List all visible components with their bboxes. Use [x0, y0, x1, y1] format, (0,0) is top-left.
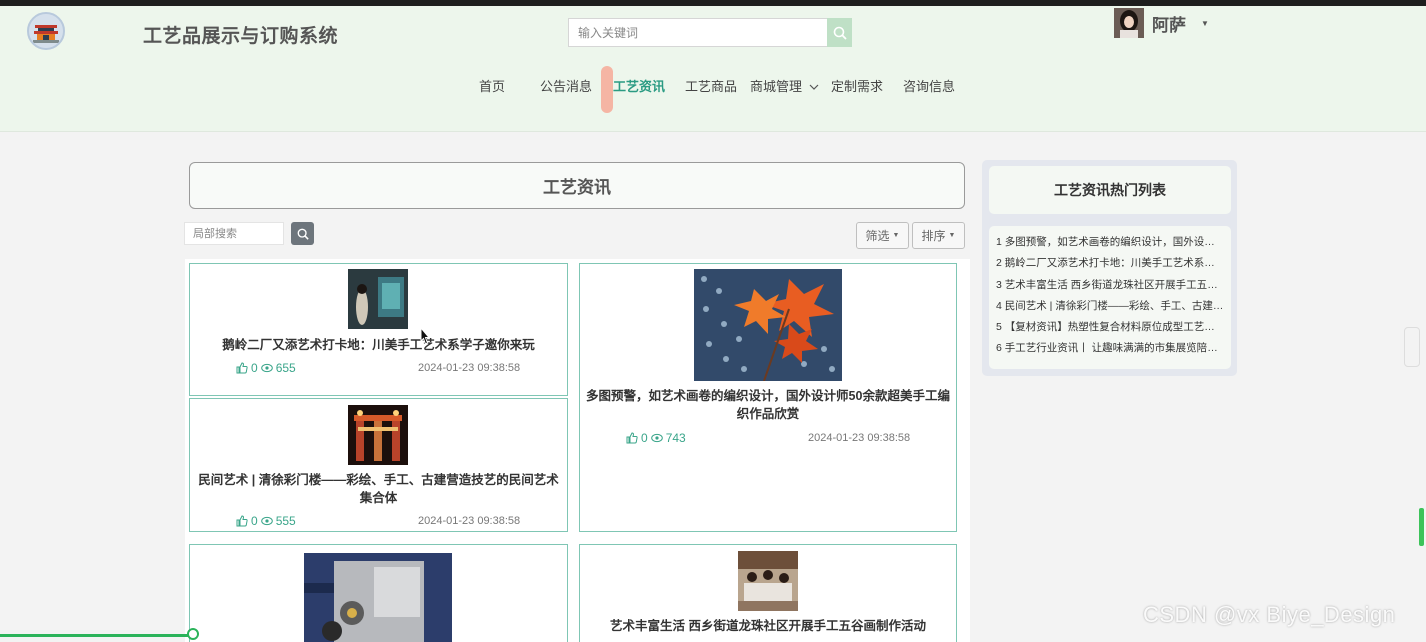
page-title-box: 工艺资讯 [189, 162, 965, 209]
nav-custom-requests[interactable]: 定制需求 [831, 76, 883, 95]
nav-consultation[interactable]: 咨询信息 [903, 76, 955, 95]
news-card[interactable]: 艺术丰富生活 西乡街道龙珠社区开展手工五谷画制作活动 [579, 544, 957, 642]
chevron-down-icon [809, 84, 819, 90]
user-avatar-icon [1114, 8, 1144, 38]
nav-craft-news[interactable]: 工艺资讯 [613, 76, 665, 95]
thumbs-up-icon[interactable] [236, 515, 248, 527]
news-stats: 0 655 [236, 361, 296, 375]
sort-label: 排序 [921, 229, 946, 243]
eye-icon [260, 363, 273, 373]
user-menu[interactable]: 阿萨 ▼ [1114, 8, 1209, 38]
thumbs-up-icon[interactable] [626, 432, 638, 444]
news-image [694, 269, 842, 381]
thumbs-up-icon[interactable] [236, 362, 248, 374]
progress-handle[interactable] [187, 628, 199, 640]
hot-list-item[interactable]: 5 【复材资讯】热塑性复合材料原位成型工艺研究进展 [996, 317, 1224, 338]
header-search [568, 18, 852, 47]
mouse-pointer-icon [420, 327, 431, 345]
news-card[interactable]: 民间艺术 | 清徐彩门楼——彩绘、手工、古建营造技艺的民间艺术集合体 0 555… [189, 398, 568, 532]
news-title[interactable]: 民间艺术 | 清徐彩门楼——彩绘、手工、古建营造技艺的民间艺术集合体 [196, 471, 561, 507]
news-thumbnail [348, 269, 408, 329]
avatar [1114, 8, 1144, 38]
news-date: 2024-01-23 09:38:58 [418, 362, 521, 374]
like-count: 0 [251, 361, 258, 375]
hot-list-title: 工艺资讯热门列表 [1054, 182, 1166, 198]
caret-down-icon: ▼ [1201, 18, 1209, 28]
news-thumbnail [738, 551, 798, 611]
site-title: 工艺品展示与订购系统 [143, 26, 339, 47]
nav-craft-products[interactable]: 工艺商品 [685, 76, 737, 95]
like-count: 0 [251, 514, 258, 528]
nav-announcements[interactable]: 公告消息 [540, 76, 592, 95]
hot-list-item[interactable]: 1 多图预警，如艺术画卷的编织设计，国外设计师50余款超美手工编织作品欣赏 [996, 232, 1224, 253]
eye-icon [650, 433, 663, 443]
scroll-indicator[interactable] [1419, 508, 1424, 546]
caret-down-icon: ▼ [948, 232, 956, 239]
news-thumbnail [304, 553, 452, 642]
local-search-input[interactable] [184, 222, 284, 245]
news-stats: 0 743 [626, 431, 686, 445]
page-progress-bar [0, 634, 192, 637]
filter-button[interactable]: 筛选 ▼ [856, 222, 909, 249]
news-stats: 0 555 [236, 514, 296, 528]
hot-list: 1 多图预警，如艺术画卷的编织设计，国外设计师50余款超美手工编织作品欣赏 2 … [989, 226, 1231, 369]
search-button[interactable] [827, 18, 852, 47]
news-thumbnail [348, 405, 408, 465]
search-icon [297, 228, 309, 240]
local-search-button[interactable] [291, 222, 314, 245]
nav-mall-management-label: 商城管理 [750, 79, 803, 94]
like-count: 0 [641, 431, 648, 445]
sort-button[interactable]: 排序 ▼ [912, 222, 965, 249]
search-input[interactable] [568, 18, 827, 47]
watermark: CSDN @vx Biye_Design [1143, 602, 1396, 627]
floating-side-tab[interactable] [1404, 327, 1420, 367]
news-image [348, 405, 408, 465]
nav-active-highlight [601, 66, 613, 113]
news-image [738, 551, 798, 611]
view-count: 555 [275, 514, 296, 528]
hot-list-item[interactable]: 2 鹅岭二厂又添艺术打卡地：川美手工艺术系学子邀你来玩 [996, 253, 1224, 274]
news-title[interactable]: 鹅岭二厂又添艺术打卡地：川美手工艺术系学子邀你来玩 [196, 336, 561, 354]
nav-mall-management[interactable]: 商城管理 [750, 76, 819, 95]
hot-list-item[interactable]: 3 艺术丰富生活 西乡街道龙珠社区开展手工五谷画制作活动 [996, 275, 1224, 296]
news-thumbnail [694, 269, 842, 381]
news-card[interactable]: 多图预警，如艺术画卷的编织设计，国外设计师50余款超美手工编织作品欣赏 0 74… [579, 263, 957, 532]
news-image [348, 269, 408, 329]
news-card[interactable]: 鹅岭二厂又添艺术打卡地：川美手工艺术系学子邀你来玩 0 655 2024-01-… [189, 263, 568, 396]
temple-logo-icon [29, 14, 63, 48]
news-title[interactable]: 艺术丰富生活 西乡街道龙珠社区开展手工五谷画制作活动 [586, 617, 950, 635]
hot-list-title-box: 工艺资讯热门列表 [989, 166, 1231, 214]
view-count: 743 [665, 431, 686, 445]
news-date: 2024-01-23 09:38:58 [418, 515, 521, 527]
eye-icon [260, 516, 273, 526]
view-count: 655 [275, 361, 296, 375]
caret-down-icon: ▼ [892, 232, 900, 239]
news-title[interactable]: 多图预警，如艺术画卷的编织设计，国外设计师50余款超美手工编织作品欣赏 [586, 387, 950, 423]
news-image [304, 553, 452, 642]
hot-list-item[interactable]: 4 民间艺术 | 清徐彩门楼——彩绘、手工、古建营造技艺的民间艺术集合体 [996, 296, 1224, 317]
hot-list-item[interactable]: 6 手工艺行业资讯丨 让趣味满满的市集展览陪你度过周末 [996, 338, 1224, 359]
username: 阿萨 [1152, 15, 1186, 35]
news-card[interactable] [189, 544, 568, 642]
site-logo[interactable] [27, 12, 65, 50]
search-icon [833, 26, 847, 40]
nav-home[interactable]: 首页 [479, 76, 505, 95]
news-date: 2024-01-23 09:38:58 [808, 432, 911, 444]
page-title: 工艺资讯 [543, 178, 611, 197]
filter-label: 筛选 [865, 229, 890, 243]
